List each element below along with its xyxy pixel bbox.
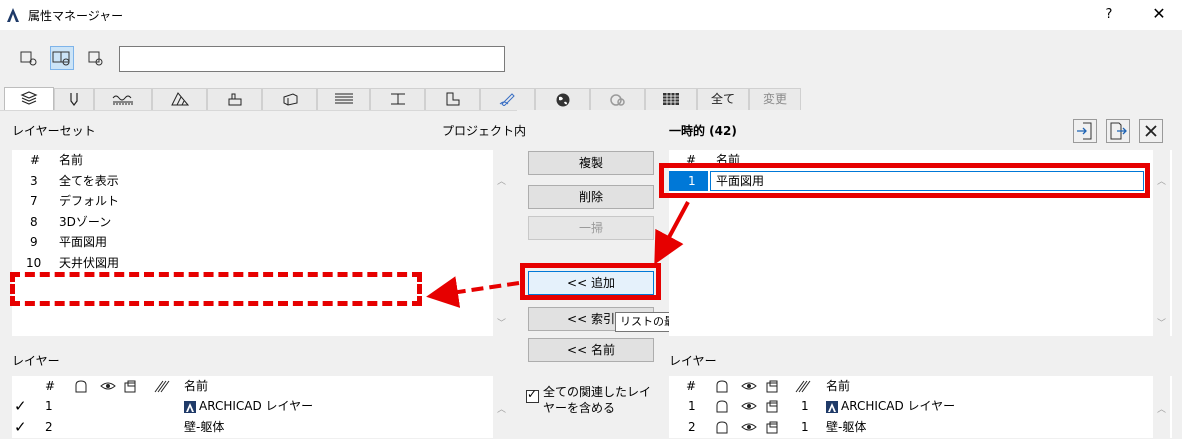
annotation-arrows [426, 201, 690, 308]
arrow-selected-to-add [654, 201, 690, 265]
arrow-add-to-target [426, 276, 520, 308]
